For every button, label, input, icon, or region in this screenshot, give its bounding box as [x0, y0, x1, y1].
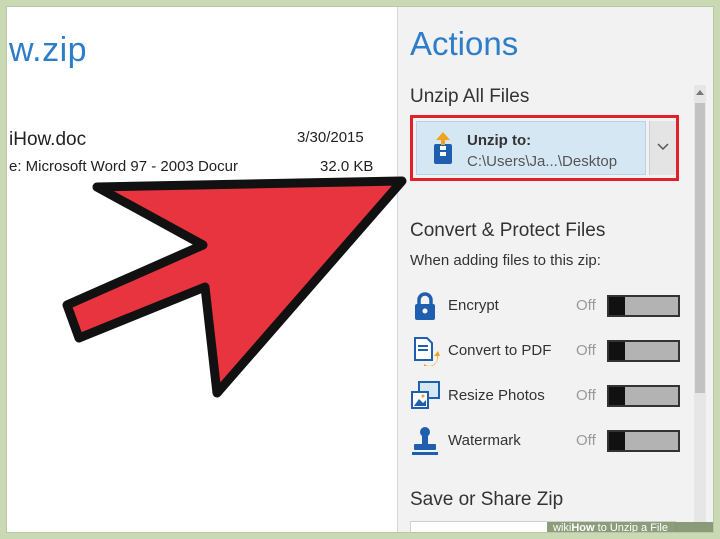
option-state: Off [576, 297, 596, 314]
unzip-to-path: C:\Users\Ja...\Desktop [467, 153, 618, 170]
file-name[interactable]: iHow.doc [9, 129, 86, 151]
watermark-rest: to Unzip a File [594, 522, 668, 533]
option-state: Off [576, 387, 596, 404]
toggle-knob [609, 297, 625, 315]
option-label: Encrypt [448, 297, 499, 314]
wikihow-watermark: wikiHow to Unzip a File [547, 522, 713, 533]
encrypt-toggle[interactable] [607, 295, 680, 317]
option-row-resize-photos: Resize Photos Off [410, 379, 680, 415]
actions-pane: Actions Unzip All Files Unzip to: C:\Use… [398, 7, 713, 532]
lock-icon [410, 291, 440, 321]
unzip-to-label: Unzip to: [467, 132, 532, 149]
option-row-encrypt: Encrypt Off [410, 289, 680, 325]
save-share-section-title: Save or Share Zip [410, 489, 564, 510]
scroll-up-arrow-icon[interactable] [694, 87, 706, 99]
resize-photos-icon [410, 381, 440, 411]
file-type: e: Microsoft Word 97 - 2003 Docur [9, 158, 238, 175]
actions-title: Actions [410, 25, 519, 62]
toggle-knob [609, 387, 625, 405]
watermark-bold: How [571, 522, 595, 533]
unzip-dropdown-button[interactable] [649, 121, 676, 175]
toggle-knob [609, 432, 625, 450]
toggle-knob [609, 342, 625, 360]
unzip-to-button[interactable]: Unzip to: C:\Users\Ja...\Desktop [416, 121, 646, 175]
unzip-highlight-box: Unzip to: C:\Users\Ja...\Desktop [410, 115, 679, 181]
option-state: Off [576, 432, 596, 449]
chevron-down-icon [657, 143, 669, 151]
option-state: Off [576, 342, 596, 359]
convert-subtitle: When adding files to this zip: [410, 252, 601, 269]
watermark-stamp-icon [410, 426, 440, 456]
watermark-toggle[interactable] [607, 430, 680, 452]
convert-section-title: Convert & Protect Files [410, 220, 606, 241]
screenshot-frame: w.zip iHow.doc 3/30/2015 e: Microsoft Wo… [6, 6, 714, 533]
convert-pdf-toggle[interactable] [607, 340, 680, 362]
scrollbar-thumb[interactable] [695, 103, 705, 393]
file-date: 3/30/2015 [297, 129, 364, 146]
actions-scrollbar[interactable] [694, 85, 706, 525]
option-row-convert-pdf: Convert to PDF Off [410, 334, 680, 370]
zip-contents-pane: w.zip iHow.doc 3/30/2015 e: Microsoft Wo… [7, 7, 397, 532]
watermark-prefix: wiki [553, 522, 572, 533]
unzip-section-title: Unzip All Files [410, 86, 530, 107]
pdf-convert-icon [410, 336, 440, 367]
file-size: 32.0 KB [320, 158, 374, 175]
unzip-icon [431, 132, 455, 166]
option-label: Resize Photos [448, 387, 545, 404]
option-label: Convert to PDF [448, 342, 552, 359]
zip-file-title: w.zip [9, 31, 88, 69]
resize-photos-toggle[interactable] [607, 385, 680, 407]
option-label: Watermark [448, 432, 521, 449]
option-row-watermark: Watermark Off [410, 424, 680, 460]
